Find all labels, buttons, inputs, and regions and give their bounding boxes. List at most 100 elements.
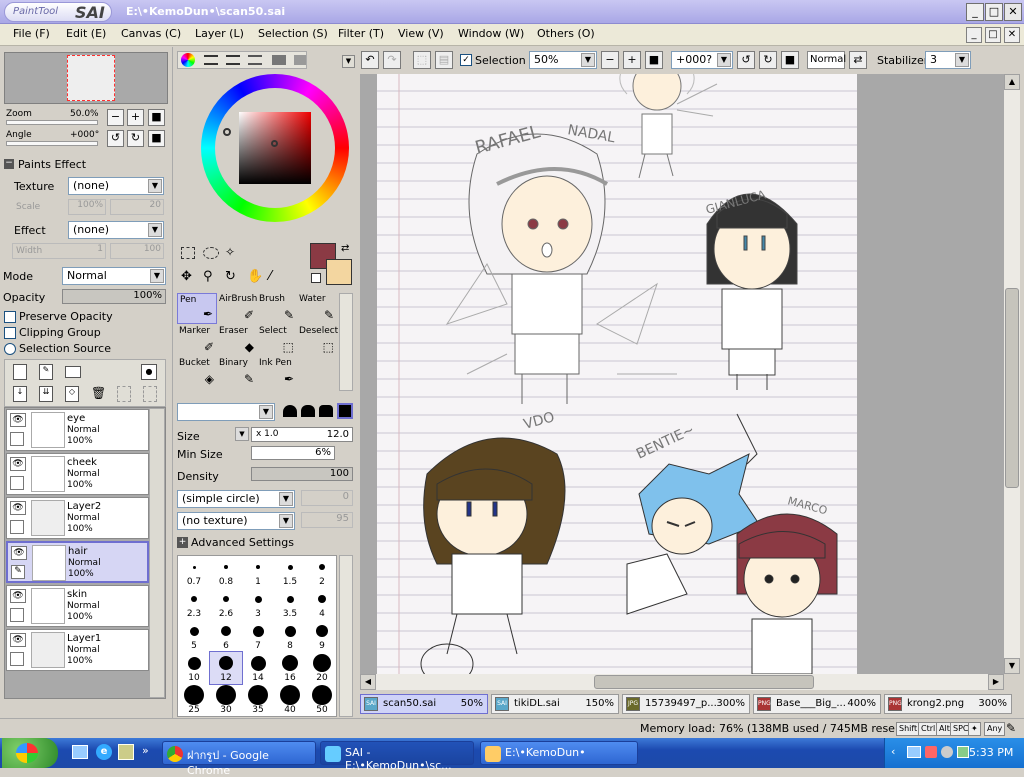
- effect-select[interactable]: (none) ▼: [68, 221, 164, 239]
- lock-toggle[interactable]: [10, 432, 24, 446]
- tool-pen[interactable]: Pen ✒: [177, 293, 217, 324]
- expand-icon[interactable]: +: [177, 537, 188, 548]
- angle-select[interactable]: +000? ▼: [671, 51, 733, 69]
- minimize-button[interactable]: _: [966, 3, 984, 21]
- brush-size-preset[interactable]: 8: [274, 620, 306, 652]
- chevron-down-icon[interactable]: ▼: [235, 427, 249, 441]
- vertical-scroll-thumb[interactable]: [1005, 288, 1019, 488]
- collapse-icon[interactable]: −: [4, 159, 14, 169]
- zoom-out-button[interactable]: −: [107, 109, 124, 126]
- color-wheel-tab-icon[interactable]: [181, 53, 195, 67]
- transparent-color-icon[interactable]: [311, 273, 321, 283]
- eye-icon[interactable]: 👁: [10, 501, 26, 515]
- rotate-left-button[interactable]: ↺: [107, 130, 124, 147]
- layer-mask-icon[interactable]: ●: [141, 364, 157, 380]
- brush-size-preset[interactable]: 50: [306, 684, 338, 716]
- eyedropper-icon[interactable]: ⁄: [269, 269, 271, 284]
- menu-canvas[interactable]: Canvas (C): [121, 27, 181, 40]
- hsv-slider-tab-icon[interactable]: [226, 55, 240, 65]
- volume-icon[interactable]: [941, 746, 953, 758]
- tool-airbrush[interactable]: AirBrush ✐: [217, 293, 257, 324]
- merge-down-icon[interactable]: ⇊: [39, 386, 53, 402]
- size-scrollbar[interactable]: [339, 555, 353, 717]
- redo-icon[interactable]: ↷: [383, 51, 401, 69]
- brush-size-preset[interactable]: 7: [242, 620, 274, 652]
- rect-select-icon[interactable]: [181, 247, 195, 259]
- tool-select[interactable]: Select ⬚: [257, 325, 297, 356]
- tool-scrollbar[interactable]: [339, 293, 353, 391]
- pencil-icon[interactable]: ✎: [1006, 721, 1016, 735]
- clock[interactable]: 5:33 PM: [969, 746, 1013, 759]
- menu-selection[interactable]: Selection (S): [258, 27, 328, 40]
- trash-icon[interactable]: 🗑: [91, 386, 106, 402]
- scratchpad-tab-icon[interactable]: [294, 55, 306, 65]
- pen-icon[interactable]: ✎: [11, 565, 25, 579]
- tab-15739497[interactable]: JPG 15739497_p... 300%: [622, 694, 750, 714]
- brush-size-preset[interactable]: 30: [210, 684, 242, 716]
- selection-checkbox[interactable]: ✓: [460, 54, 472, 66]
- menu-filter[interactable]: Filter (T): [338, 27, 384, 40]
- menu-window[interactable]: Window (W): [458, 27, 524, 40]
- swatches-tab-icon[interactable]: [272, 55, 286, 65]
- menu-view[interactable]: View (V): [398, 27, 444, 40]
- move-icon[interactable]: ✥: [181, 269, 192, 284]
- brush-shape-select[interactable]: (simple circle) ▼: [177, 490, 295, 508]
- move-key-indicator[interactable]: ✦: [968, 722, 981, 736]
- shift-key-indicator[interactable]: Shift: [896, 722, 921, 736]
- lock-toggle[interactable]: [10, 652, 24, 666]
- canvas-viewport[interactable]: RAFAEL NADAL GIANLUCA VDO BENTIE~ MARCO: [360, 74, 1004, 674]
- brush-size-preset[interactable]: 0.8: [210, 556, 242, 588]
- tool-bucket[interactable]: Bucket ◈: [177, 357, 217, 388]
- mdi-close-button[interactable]: ✕: [1004, 27, 1020, 43]
- new-layer-icon[interactable]: [13, 364, 27, 380]
- layer-scrollbar[interactable]: [150, 409, 164, 697]
- brush-size-preset[interactable]: 2.3: [178, 588, 210, 620]
- lock-toggle[interactable]: [10, 520, 24, 534]
- brush-shape-4-icon[interactable]: [337, 403, 353, 419]
- zoom-icon[interactable]: ⚲: [203, 269, 213, 284]
- opacity-slider[interactable]: 100%: [62, 289, 166, 304]
- clear-layer-icon[interactable]: ◇: [65, 386, 79, 402]
- scroll-down-icon[interactable]: ▼: [1004, 658, 1020, 674]
- zoom-slider[interactable]: [6, 120, 98, 125]
- flip-horizontal-icon[interactable]: ⇄: [849, 51, 867, 69]
- task-sai[interactable]: SAI - E:\•KemoDun•\sc...: [320, 741, 474, 772]
- hue-marker[interactable]: [223, 128, 231, 136]
- layer-row[interactable]: 👁 Layer2 Normal 100%: [6, 497, 149, 539]
- zoom-reset-button[interactable]: ■: [148, 109, 165, 126]
- brush-size-preset[interactable]: 4: [306, 588, 338, 620]
- brush-size-preset[interactable]: 2: [306, 556, 338, 588]
- deselect-button[interactable]: ⬚: [413, 51, 431, 69]
- brush-size-preset[interactable]: 20: [306, 652, 338, 684]
- brush-size-preset[interactable]: 3: [242, 588, 274, 620]
- tool-brush[interactable]: Brush ✎: [257, 293, 297, 324]
- brush-shape-2-icon[interactable]: [301, 405, 315, 417]
- layer-row-selected[interactable]: 👁 ✎ hair Normal 100%: [6, 541, 149, 583]
- hand-icon[interactable]: ✋: [247, 269, 263, 284]
- color-mixer-tab-icon[interactable]: [248, 55, 262, 65]
- panel-menu-icon[interactable]: ▼: [342, 55, 355, 68]
- tray-expand-icon[interactable]: ‹: [891, 745, 895, 758]
- brush-size-preset[interactable]: 14: [242, 652, 274, 684]
- swap-colors-icon[interactable]: ⇄: [341, 243, 349, 254]
- eye-icon[interactable]: 👁: [10, 633, 26, 647]
- canvas-horizontal-scrollbar[interactable]: ◀ ▶: [360, 674, 1004, 690]
- magic-wand-icon[interactable]: ✧: [225, 245, 235, 259]
- color-wheel[interactable]: [201, 74, 349, 222]
- security-icon[interactable]: [925, 746, 937, 758]
- brush-size-preset[interactable]: 1.5: [274, 556, 306, 588]
- eye-icon[interactable]: 👁: [10, 589, 26, 603]
- eye-icon[interactable]: 👁: [11, 546, 27, 560]
- horizontal-scroll-thumb[interactable]: [594, 675, 814, 689]
- menu-others[interactable]: Others (O): [537, 27, 595, 40]
- color-marker[interactable]: [271, 140, 278, 147]
- rotate-right-button[interactable]: ↻: [127, 130, 144, 147]
- brush-size-preset[interactable]: 16: [274, 652, 306, 684]
- eye-icon[interactable]: 👁: [10, 413, 26, 427]
- size-field[interactable]: x 1.0 12.0: [251, 427, 353, 442]
- min-size-slider[interactable]: 6%: [251, 446, 335, 460]
- preserve-opacity-checkbox[interactable]: [4, 311, 16, 323]
- close-button[interactable]: ✕: [1004, 3, 1022, 21]
- tool-eraser[interactable]: Eraser ◆: [217, 325, 257, 356]
- zoom-in-button[interactable]: +: [623, 51, 641, 69]
